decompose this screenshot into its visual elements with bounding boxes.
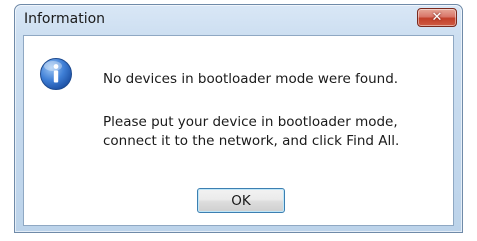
dialog-content: No devices in bootloader mode were found… — [23, 35, 454, 226]
message-line-1: No devices in bootloader mode were found… — [103, 71, 399, 87]
close-button[interactable]: ✕ — [417, 8, 457, 27]
close-icon: ✕ — [431, 10, 443, 25]
title-bar[interactable]: Information ✕ — [15, 5, 462, 35]
ok-button[interactable]: OK — [197, 188, 285, 213]
info-icon — [40, 58, 72, 90]
window-title: Information — [24, 11, 106, 27]
message-line-2: Please put your device in bootloader mod… — [103, 114, 398, 130]
dialog-window: Information ✕ No devices in bootloader m… — [14, 4, 463, 233]
instruction-text: Please put your device in bootloader mod… — [103, 113, 448, 151]
message-line-3: connect it to the network, and click Fin… — [103, 133, 400, 149]
message-text: No devices in bootloader mode were found… — [103, 70, 448, 89]
